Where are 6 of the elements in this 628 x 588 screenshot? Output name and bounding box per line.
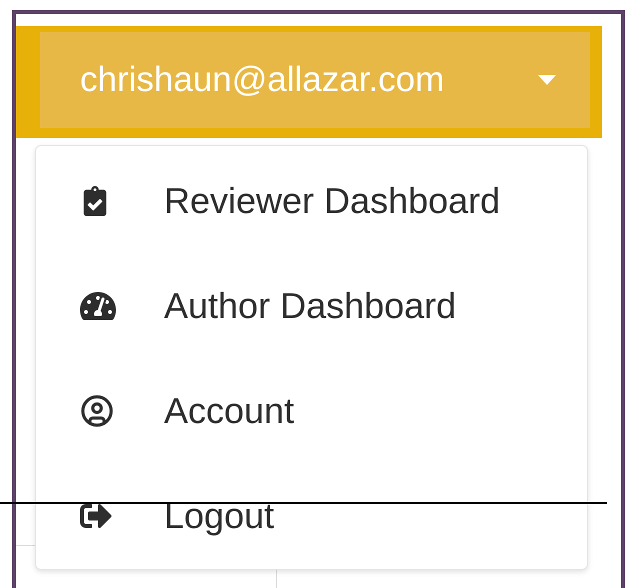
user-circle-icon bbox=[80, 394, 114, 428]
menu-item[interactable]: Logout bbox=[36, 464, 587, 569]
menu-item[interactable]: Author Dashboard bbox=[36, 253, 587, 358]
menu-item[interactable]: Account bbox=[36, 358, 587, 464]
caret-icon bbox=[538, 75, 556, 85]
menu-item[interactable]: Reviewer Dashboard bbox=[36, 148, 587, 254]
